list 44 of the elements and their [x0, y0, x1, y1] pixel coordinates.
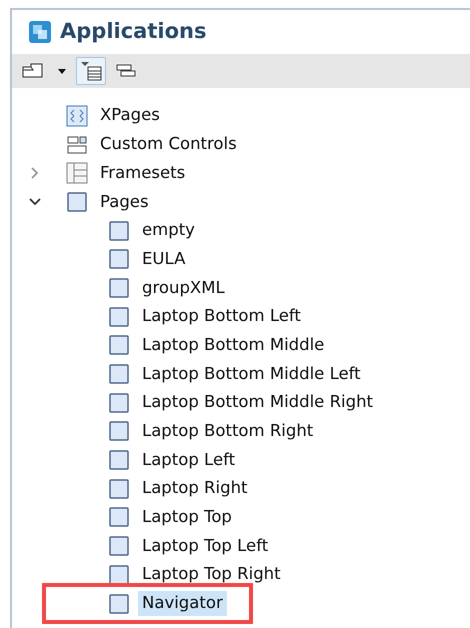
frameset-icon	[66, 162, 88, 184]
tree-item[interactable]: Laptop Top	[138, 505, 236, 530]
page-icon	[108, 220, 130, 242]
tree-item[interactable]: Laptop Bottom Middle Left	[138, 362, 365, 386]
tree-item[interactable]: groupXML	[138, 276, 229, 300]
caret-icon	[57, 66, 67, 74]
page-icon	[108, 363, 130, 386]
tree-item[interactable]: Laptop Top Left	[138, 534, 272, 559]
page-icon	[108, 506, 130, 528]
panel-title: Applications	[60, 18, 206, 45]
tree-item[interactable]: EULA	[138, 246, 190, 272]
tree-item[interactable]: Laptop Right	[138, 476, 252, 502]
page-icon	[108, 449, 130, 472]
tree-item[interactable]: Laptop Bottom Right	[138, 419, 318, 444]
tree-item[interactable]: Laptop Bottom Middle Right	[138, 390, 378, 416]
tree-view-button[interactable]	[76, 56, 106, 84]
page-icon	[108, 248, 130, 270]
tree-item[interactable]: Laptop Bottom Middle	[138, 332, 328, 358]
tree-item[interactable]: XPages	[96, 103, 164, 128]
tree-item[interactable]: empty	[138, 218, 199, 243]
tree-item[interactable]: Pages	[96, 190, 153, 214]
page-icon	[108, 535, 130, 558]
page-icon	[108, 478, 130, 500]
new-folder-icon	[21, 60, 45, 80]
custom-controls-icon	[66, 134, 88, 156]
tree-item[interactable]: Framesets	[96, 160, 190, 186]
page-icon	[108, 276, 130, 299]
tree-item[interactable]: Laptop Bottom Left	[138, 304, 305, 330]
expand-chevron-icon[interactable]	[30, 166, 40, 180]
xpages-icon	[66, 104, 88, 127]
tree-item[interactable]: Laptop Top Right	[138, 562, 285, 588]
tree-item[interactable]: Navigator	[138, 591, 227, 616]
page-icon	[108, 564, 130, 586]
page-icon	[108, 306, 130, 328]
page-icon	[108, 592, 130, 615]
collapse-chevron-icon[interactable]	[28, 196, 42, 207]
tree-item[interactable]: Laptop Left	[138, 448, 240, 472]
applications-icon	[28, 20, 52, 44]
tree-view-icon	[79, 60, 103, 82]
tree-item[interactable]: Custom Controls	[96, 132, 241, 157]
page-icon	[108, 420, 130, 442]
page-icon	[108, 334, 130, 356]
page-icon	[108, 392, 130, 414]
page-icon	[66, 190, 88, 213]
